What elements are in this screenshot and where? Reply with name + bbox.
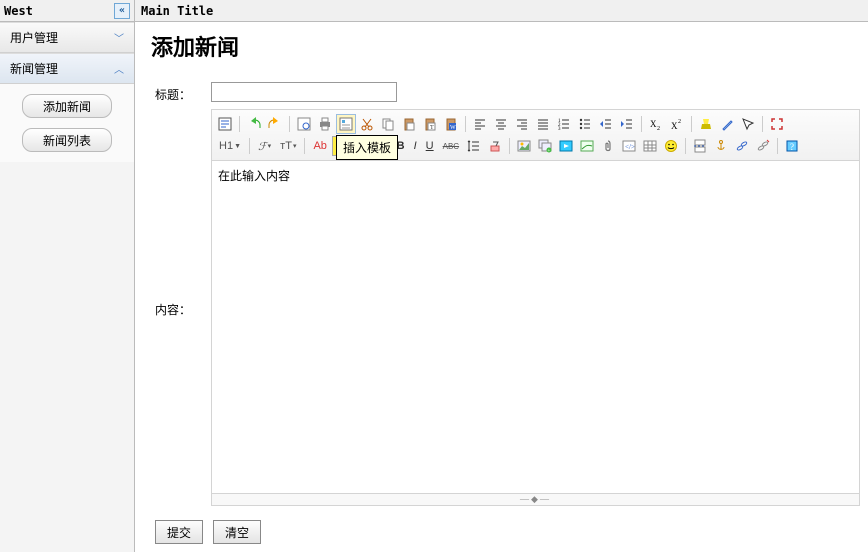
align-center-icon[interactable]	[491, 114, 511, 134]
submit-button[interactable]: 提交	[155, 520, 203, 544]
title-row: 标题：	[155, 82, 860, 103]
svg-text:3: 3	[558, 127, 561, 131]
clean-icon[interactable]	[696, 114, 716, 134]
accordion-head-users[interactable]: 用户管理 ﹀	[0, 22, 134, 53]
font-size-dropdown[interactable]: тT▾	[276, 136, 300, 156]
font-family-dropdown[interactable]: ℱ▾	[254, 136, 275, 156]
image-icon[interactable]	[514, 136, 534, 156]
svg-text:W: W	[450, 125, 456, 131]
source-icon[interactable]	[215, 114, 235, 134]
page: 添加新闻 标题： 内容：	[135, 22, 868, 552]
align-justify-icon[interactable]	[533, 114, 553, 134]
content-label: 内容：	[155, 297, 211, 318]
cut-icon[interactable]	[357, 114, 377, 134]
fullscreen-icon[interactable]	[767, 114, 787, 134]
attachment-icon[interactable]	[598, 136, 618, 156]
remove-format-icon[interactable]	[485, 136, 505, 156]
west-panel: West « 用户管理 ﹀ 新闻管理 ︿ 添加新闻 新闻列表	[0, 0, 135, 552]
page-title: 添加新闻	[151, 30, 860, 62]
indent-icon[interactable]	[617, 114, 637, 134]
paste-text-icon[interactable]: T	[420, 114, 440, 134]
chevron-up-icon: ︿	[114, 61, 124, 76]
content-row: 内容：	[155, 109, 860, 506]
svg-text:2: 2	[657, 126, 660, 131]
main-header: Main Title	[135, 0, 868, 22]
undo-icon[interactable]	[244, 114, 264, 134]
accordion-label: 用户管理	[10, 29, 58, 46]
about-icon[interactable]: ?	[782, 136, 802, 156]
strike-button[interactable]: ABC	[439, 136, 463, 156]
paste-word-icon[interactable]: W	[441, 114, 461, 134]
accordion-label: 新闻管理	[10, 60, 58, 77]
svg-text:2: 2	[678, 119, 681, 125]
title-label: 标题：	[155, 82, 211, 103]
subscript-icon[interactable]: X2	[646, 114, 666, 134]
paste-icon[interactable]	[399, 114, 419, 134]
template-icon[interactable]: 插入模板	[336, 114, 356, 134]
title-input[interactable]	[211, 82, 397, 102]
news-form: 标题： 内容：	[155, 82, 860, 544]
clear-button[interactable]: 清空	[213, 520, 261, 544]
heading-dropdown[interactable]: H1▼	[215, 136, 245, 156]
print-icon[interactable]	[315, 114, 335, 134]
button-row: 提交 清空	[155, 520, 860, 544]
svg-text:</>: </>	[625, 143, 635, 151]
unlink-icon[interactable]	[753, 136, 773, 156]
map-icon[interactable]	[577, 136, 597, 156]
superscript-icon[interactable]: X2	[667, 114, 687, 134]
add-news-button[interactable]: 添加新闻	[22, 94, 112, 118]
multi-image-icon[interactable]: +	[535, 136, 555, 156]
rich-editor: 插入模板 T W	[211, 109, 860, 506]
svg-text:+: +	[548, 149, 551, 153]
svg-text:T: T	[430, 125, 434, 131]
main-panel: Main Title 添加新闻 标题： 内容：	[135, 0, 868, 552]
quickformat-icon[interactable]	[717, 114, 737, 134]
editor-content[interactable]: 在此输入内容	[211, 160, 860, 494]
unordered-list-icon[interactable]	[575, 114, 595, 134]
svg-text:X: X	[650, 119, 657, 129]
select-all-icon[interactable]	[738, 114, 758, 134]
link-icon[interactable]	[732, 136, 752, 156]
accordion: 用户管理 ﹀ 新闻管理 ︿ 添加新闻 新闻列表	[0, 22, 134, 552]
editor-toolbar: 插入模板 T W	[211, 109, 860, 160]
main-title: Main Title	[141, 4, 213, 18]
pagebreak-icon[interactable]	[690, 136, 710, 156]
collapse-west-button[interactable]: «	[114, 3, 130, 19]
code-icon[interactable]: </>	[619, 136, 639, 156]
outdent-icon[interactable]	[596, 114, 616, 134]
svg-text:?: ?	[790, 142, 794, 152]
font-color-dropdown[interactable]: Ab	[309, 136, 330, 156]
accordion-body-news: 添加新闻 新闻列表	[0, 84, 134, 162]
placeholder-text: 在此输入内容	[218, 169, 290, 183]
accordion-head-news[interactable]: 新闻管理 ︿	[0, 53, 134, 84]
align-right-icon[interactable]	[512, 114, 532, 134]
table-icon[interactable]	[640, 136, 660, 156]
chevron-down-icon: ﹀	[114, 30, 124, 45]
line-height-icon[interactable]	[464, 136, 484, 156]
italic-button[interactable]: I	[410, 136, 421, 156]
preview-icon[interactable]	[294, 114, 314, 134]
resize-handle[interactable]: —◆—	[211, 494, 860, 506]
news-list-button[interactable]: 新闻列表	[22, 128, 112, 152]
svg-text:X: X	[671, 121, 678, 131]
emotion-icon[interactable]	[661, 136, 681, 156]
tooltip: 插入模板	[336, 135, 398, 160]
redo-icon[interactable]	[265, 114, 285, 134]
west-title: West	[4, 4, 33, 18]
copy-icon[interactable]	[378, 114, 398, 134]
ordered-list-icon[interactable]: 123	[554, 114, 574, 134]
video-icon[interactable]	[556, 136, 576, 156]
anchor-icon[interactable]	[711, 136, 731, 156]
underline-button[interactable]: U	[422, 136, 438, 156]
west-header: West «	[0, 0, 134, 22]
align-left-icon[interactable]	[470, 114, 490, 134]
